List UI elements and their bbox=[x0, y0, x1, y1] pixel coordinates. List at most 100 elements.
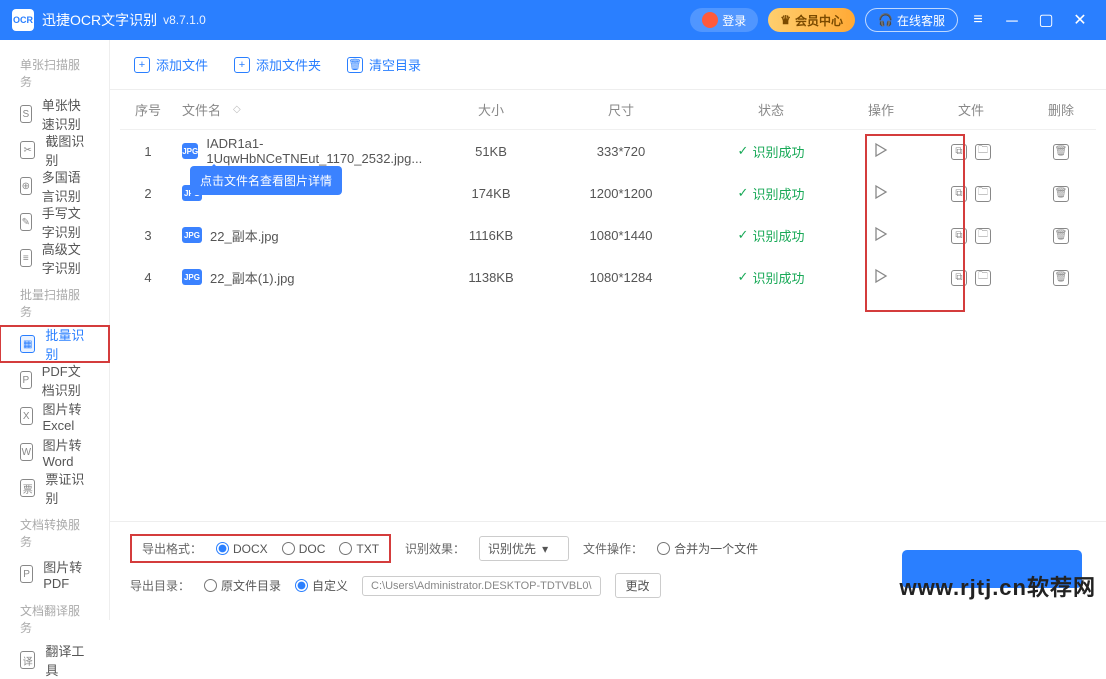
col-file: 文件 bbox=[916, 100, 1026, 119]
sidebar-item[interactable]: 票票证识别 bbox=[0, 470, 109, 506]
cell-size: 174KB bbox=[436, 186, 546, 201]
cell-size: 1116KB bbox=[436, 228, 546, 243]
app-logo: OCR bbox=[12, 9, 34, 31]
copy-icon[interactable]: ⧉ bbox=[951, 270, 967, 286]
sidebar-item-label: 手写文字识别 bbox=[42, 203, 89, 241]
sidebar-item-label: PDF文档识别 bbox=[42, 361, 89, 399]
copy-icon[interactable]: ⧉ bbox=[951, 228, 967, 244]
jpg-icon: JPG bbox=[182, 143, 198, 159]
export-format-group: 导出格式： DOCX DOC TXT bbox=[130, 534, 391, 563]
close-icon[interactable]: ✕ bbox=[1066, 10, 1094, 30]
sidebar-item-icon: S bbox=[20, 105, 32, 123]
add-folder-button[interactable]: + 添加文件夹 bbox=[234, 55, 321, 74]
jpg-icon: JPG bbox=[182, 269, 202, 285]
format-doc[interactable]: DOC bbox=[282, 542, 326, 556]
sidebar-item-label: 图片转Excel bbox=[43, 399, 90, 433]
add-file-button[interactable]: + 添加文件 bbox=[134, 55, 208, 74]
sidebar-item[interactable]: W图片转Word bbox=[0, 434, 109, 470]
trash-icon: 🗑 bbox=[1053, 186, 1069, 202]
avatar-icon bbox=[702, 12, 718, 28]
sidebar-item[interactable]: S单张快速识别 bbox=[0, 96, 109, 132]
menu-icon[interactable]: ≡ bbox=[964, 11, 992, 29]
cell-file: ⧉ 🗀 bbox=[916, 142, 1026, 160]
sidebar-item[interactable]: P PDF文档识别 bbox=[0, 362, 109, 398]
col-size: 大小 bbox=[436, 100, 546, 119]
sidebar-item[interactable]: ✎手写文字识别 bbox=[0, 204, 109, 240]
source-dir-radio[interactable]: 原文件目录 bbox=[204, 577, 281, 594]
format-docx[interactable]: DOCX bbox=[216, 542, 268, 556]
cell-name[interactable]: JPG 22_副本.jpg bbox=[176, 226, 436, 245]
cell-dim: 333*720 bbox=[546, 144, 696, 159]
table-row: 3 JPG 22_副本.jpg 1116KB 1080*1440 ✓识别成功 ⧉… bbox=[120, 214, 1096, 256]
cell-action[interactable] bbox=[846, 268, 916, 287]
clear-list-button[interactable]: 🗑 清空目录 bbox=[347, 55, 421, 74]
sidebar-item[interactable]: ⊕多国语言识别 bbox=[0, 168, 109, 204]
sidebar-item-label: 翻译工具 bbox=[45, 641, 89, 679]
sidebar-item-icon: ▦ bbox=[20, 335, 35, 353]
chevron-down-icon: ▾ bbox=[542, 542, 548, 556]
play-icon bbox=[873, 226, 889, 242]
file-table: 序号 文件名 ◇ 大小 尺寸 状态 操作 文件 删除 1 JPG IADR1a1… bbox=[110, 90, 1106, 521]
login-button[interactable]: 登录 bbox=[690, 8, 758, 32]
cell-status: ✓识别成功 bbox=[696, 184, 846, 203]
headset-icon: 🎧 bbox=[878, 13, 893, 27]
cell-file: ⧉ 🗀 bbox=[916, 268, 1026, 286]
copy-icon[interactable]: ⧉ bbox=[951, 186, 967, 202]
minimize-icon[interactable]: － bbox=[998, 8, 1026, 32]
cell-file: ⧉ 🗀 bbox=[916, 226, 1026, 244]
jpg-icon: JPG bbox=[182, 227, 202, 243]
sidebar-item[interactable]: ✂截图识别 bbox=[0, 132, 109, 168]
sidebar-item-label: 图片转PDF bbox=[43, 557, 89, 591]
merge-radio[interactable]: 合并为一个文件 bbox=[657, 540, 758, 557]
sidebar-group-header: 文档转换服务 bbox=[0, 506, 109, 556]
cell-action[interactable] bbox=[846, 226, 916, 245]
effect-select[interactable]: 识别优先 ▾ bbox=[479, 536, 569, 561]
copy-icon[interactable]: ⧉ bbox=[951, 144, 967, 160]
sidebar-item[interactable]: ≡高级文字识别 bbox=[0, 240, 109, 276]
folder-icon[interactable]: 🗀 bbox=[975, 228, 991, 244]
change-path-button[interactable]: 更改 bbox=[615, 573, 661, 598]
cell-index: 1 bbox=[120, 144, 176, 159]
check-icon: ✓ bbox=[738, 185, 749, 201]
cell-status: ✓识别成功 bbox=[696, 226, 846, 245]
cell-name[interactable]: JPG 22_副本(1).jpg bbox=[176, 268, 436, 287]
col-action: 操作 bbox=[846, 100, 916, 119]
check-icon: ✓ bbox=[738, 227, 749, 243]
folder-icon[interactable]: 🗀 bbox=[975, 186, 991, 202]
vip-button[interactable]: ♛ 会员中心 bbox=[768, 8, 855, 32]
sidebar-item-icon: P bbox=[20, 371, 32, 389]
check-icon: ✓ bbox=[738, 269, 749, 285]
play-icon bbox=[873, 268, 889, 284]
format-txt[interactable]: TXT bbox=[339, 542, 379, 556]
sidebar-item[interactable]: P图片转PDF bbox=[0, 556, 109, 592]
sidebar-item-label: 高级文字识别 bbox=[42, 239, 89, 277]
sidebar-group-header: 文档翻译服务 bbox=[0, 592, 109, 642]
cell-delete[interactable]: 🗑 bbox=[1026, 268, 1096, 286]
cell-action[interactable] bbox=[846, 142, 916, 161]
folder-icon[interactable]: 🗀 bbox=[975, 144, 991, 160]
cell-action[interactable] bbox=[846, 184, 916, 203]
cell-delete[interactable]: 🗑 bbox=[1026, 226, 1096, 244]
maximize-icon[interactable]: ▢ bbox=[1032, 10, 1060, 30]
sidebar-item[interactable]: ▦批量识别 bbox=[0, 326, 109, 362]
sidebar-item-label: 图片转Word bbox=[43, 435, 89, 469]
sidebar-item[interactable]: 译翻译工具 bbox=[0, 642, 109, 678]
sidebar-group-header: 批量扫描服务 bbox=[0, 276, 109, 326]
col-delete: 删除 bbox=[1026, 100, 1096, 119]
filename-tooltip: 点击文件名查看图片详情 bbox=[190, 166, 342, 195]
primary-action-button[interactable] bbox=[902, 550, 1082, 588]
sidebar-item-icon: 票 bbox=[20, 479, 35, 497]
toolbar: + 添加文件 + 添加文件夹 🗑 清空目录 bbox=[110, 40, 1106, 90]
trash-icon: 🗑 bbox=[1053, 144, 1069, 160]
sidebar-item[interactable]: X图片转Excel bbox=[0, 398, 109, 434]
sidebar-item-icon: ✂ bbox=[20, 141, 35, 159]
col-dim: 尺寸 bbox=[546, 100, 696, 119]
folder-plus-icon: + bbox=[234, 57, 250, 73]
col-name[interactable]: 文件名 ◇ bbox=[176, 100, 436, 119]
cell-delete[interactable]: 🗑 bbox=[1026, 184, 1096, 202]
customer-service-button[interactable]: 🎧 在线客服 bbox=[865, 8, 958, 32]
cell-delete[interactable]: 🗑 bbox=[1026, 142, 1096, 160]
custom-dir-radio[interactable]: 自定义 bbox=[295, 577, 348, 594]
cell-status: ✓识别成功 bbox=[696, 268, 846, 287]
folder-icon[interactable]: 🗀 bbox=[975, 270, 991, 286]
